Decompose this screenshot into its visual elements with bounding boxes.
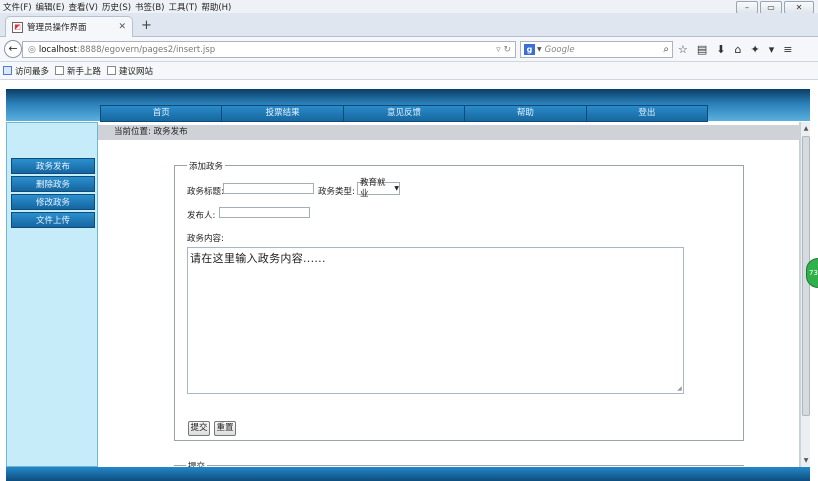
publisher-label: 发布人:: [187, 211, 216, 221]
title-input[interactable]: [223, 183, 314, 194]
type-select-value: 教育就业: [360, 177, 386, 199]
type-label: 政务类型:: [318, 187, 355, 197]
tab-title: 管理员操作界面: [27, 23, 87, 33]
breadcrumb: 当前位置: 政务发布: [98, 125, 800, 140]
title-label: 政务标题:: [187, 187, 224, 197]
bookmark-page-icon: [107, 66, 117, 75]
browser-tab[interactable]: ◩ 管理员操作界面 ✕: [5, 16, 133, 37]
bookmark-most-visited[interactable]: 访问最多: [3, 65, 49, 77]
addon-icon[interactable]: ✦: [750, 43, 759, 56]
hamburger-menu-icon[interactable]: ≡: [783, 43, 792, 56]
nav-feedback[interactable]: 意见反馈: [344, 106, 466, 121]
url-host: localhost: [38, 44, 78, 55]
bookmark-star-icon[interactable]: ☆: [678, 43, 688, 56]
addon-caret-icon[interactable]: ▾: [769, 43, 775, 56]
sidebar-item-publish[interactable]: 政务发布: [11, 158, 95, 174]
menu-help[interactable]: 帮助(H): [201, 1, 231, 13]
new-tab-icon[interactable]: +: [141, 18, 152, 33]
download-icon[interactable]: ⬇: [716, 43, 725, 56]
chevron-down-icon: ▼: [394, 185, 399, 192]
bookmark-getting-started[interactable]: 新手上路: [55, 65, 101, 77]
tab-bar: ◩ 管理员操作界面 ✕ +: [0, 13, 818, 37]
bookmark-suggested-sites[interactable]: 建议网站: [107, 65, 153, 77]
navigation-bar: ← ◎ localhost :8888/egovern/pages2/inser…: [0, 37, 818, 62]
scroll-up-icon[interactable]: ▲: [802, 124, 810, 133]
back-arrow-icon[interactable]: ←: [4, 40, 22, 58]
search-engine-icon[interactable]: g: [524, 44, 535, 55]
url-bar[interactable]: ◎ localhost :8888/egovern/pages2/insert.…: [22, 41, 516, 58]
content-textarea[interactable]: 请在这里输入政务内容...... ◢: [187, 247, 684, 394]
reset-button[interactable]: 重置: [214, 421, 236, 436]
menu-view[interactable]: 查看(V): [69, 1, 98, 13]
bookmark-label: 建议网站: [119, 66, 154, 77]
footer-band: [6, 467, 810, 481]
sidebar-item-upload[interactable]: 文件上传: [11, 212, 95, 228]
menu-file[interactable]: 文件(F): [3, 1, 32, 13]
nav-help[interactable]: 帮助: [465, 106, 587, 121]
search-bar[interactable]: g ▼ Google ⌕: [520, 41, 673, 58]
menu-edit[interactable]: 编辑(E): [36, 1, 65, 13]
sidebar: 政务发布 删除政务 修改政务 文件上传: [6, 122, 98, 467]
bookmark-page-icon: [55, 66, 65, 75]
submit-button[interactable]: 提交: [188, 421, 210, 436]
publisher-input[interactable]: [219, 207, 310, 218]
sidebar-item-modify[interactable]: 修改政务: [11, 194, 95, 210]
scroll-down-icon[interactable]: ▼: [802, 456, 810, 465]
nav-logout[interactable]: 登出: [587, 106, 707, 121]
browser-menubar: 文件(F) 编辑(E) 查看(V) 历史(S) 书签(B) 工具(T) 帮助(H…: [0, 0, 818, 14]
menu-bookmarks[interactable]: 书签(B): [135, 1, 164, 13]
globe-icon: ◎: [28, 44, 36, 55]
fieldset-legend: 添加政务: [187, 160, 226, 172]
url-path: :8888/egovern/pages2/insert.jsp: [77, 44, 216, 55]
home-icon[interactable]: ⌂: [735, 43, 742, 56]
main-content: 当前位置: 政务发布 添加政务 政务标题: 政务类型: 教育就业 ▼ 发布人: …: [98, 122, 800, 472]
search-placeholder: Google: [544, 44, 575, 55]
nav-vote-results[interactable]: 投票结果: [222, 106, 344, 121]
resize-grip-icon[interactable]: ◢: [677, 385, 682, 392]
content-label: 政务内容:: [187, 234, 224, 244]
menu-tools[interactable]: 工具(T): [169, 1, 198, 13]
main-nav: 首页 投票结果 意见反馈 帮助 登出: [100, 105, 708, 122]
sidebar-item-delete[interactable]: 删除政务: [11, 176, 95, 192]
reading-list-icon[interactable]: ▤: [697, 43, 707, 56]
content-textarea-text: 请在这里输入政务内容......: [190, 252, 326, 265]
floating-badge[interactable]: 73: [806, 258, 818, 288]
magnifier-icon[interactable]: ⌕: [663, 44, 669, 55]
page-favicon-icon: ◩: [12, 21, 23, 33]
web-page: 首页 投票结果 意见反馈 帮助 登出 政务发布 删除政务 修改政务 文件上传 当…: [0, 80, 818, 481]
menu-history[interactable]: 历史(S): [102, 1, 131, 13]
bookmark-label: 访问最多: [15, 66, 50, 77]
search-engine-caret-icon[interactable]: ▼: [537, 46, 542, 53]
toolbar-icons: ☆ ▤ ⬇ ⌂ ✦ ▾ ≡: [678, 43, 792, 56]
add-affair-fieldset: 添加政务 政务标题: 政务类型: 教育就业 ▼ 发布人: 政务内容: 请在这里输…: [174, 160, 744, 441]
type-select[interactable]: 教育就业 ▼: [357, 178, 400, 199]
nav-home[interactable]: 首页: [101, 106, 223, 121]
bookmark-folder-icon: [3, 66, 12, 75]
page-scrollbar[interactable]: ▲ ▼: [800, 122, 810, 467]
bookmark-label: 新手上路: [67, 66, 102, 77]
url-dropdown-reload-icons[interactable]: ▿ ↻: [496, 45, 511, 55]
tab-close-icon[interactable]: ✕: [118, 22, 126, 32]
bookmarks-toolbar: 访问最多 新手上路 建议网站: [0, 62, 818, 80]
